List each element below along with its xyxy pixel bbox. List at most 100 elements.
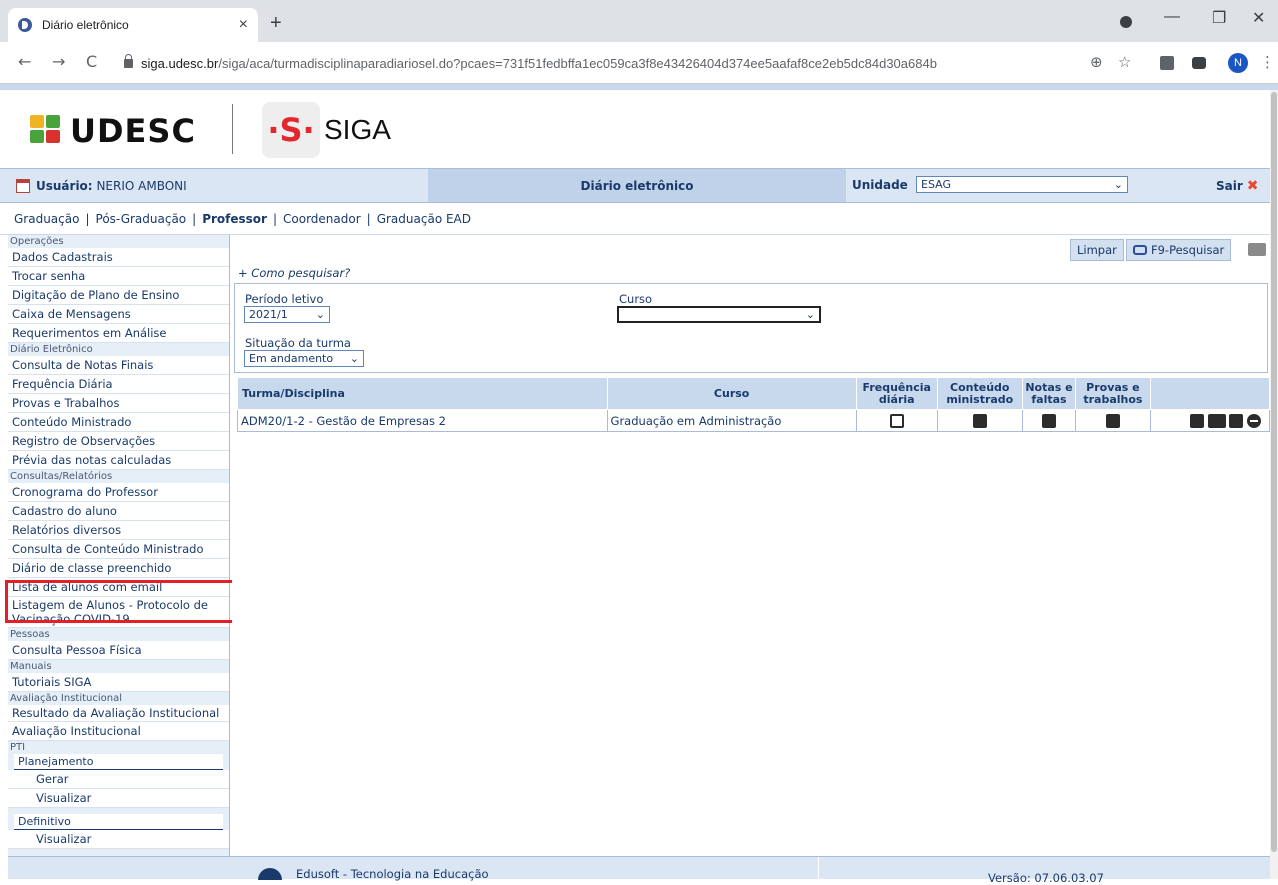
new-tab-button[interactable]: + bbox=[270, 12, 282, 35]
sidebar-section-pti: PTI bbox=[10, 742, 26, 753]
clear-button[interactable]: Limpar bbox=[1070, 239, 1124, 261]
sidebar-item-provas[interactable]: Provas e Trabalhos bbox=[8, 394, 229, 413]
extension-icon[interactable] bbox=[1120, 16, 1132, 28]
row-turma[interactable]: ADM20/1-2 - Gestão de Empresas 2 bbox=[237, 409, 608, 432]
table-header-row: Turma/Disciplina Curso Frequência diária… bbox=[237, 377, 1271, 410]
siga-mark-icon: ·S· bbox=[262, 102, 320, 158]
module-graduacao[interactable]: Graduação bbox=[14, 212, 79, 226]
curso-select[interactable]: ⌄ bbox=[617, 306, 821, 323]
provas-icon[interactable] bbox=[1105, 413, 1120, 428]
url-field[interactable]: siga.udesc.br/siga/aca/turmadisciplinapa… bbox=[124, 48, 1234, 78]
sidebar-item-trocar-senha[interactable]: Trocar senha bbox=[8, 267, 229, 286]
module-nav: Graduação | Pós-Graduação | Professor | Coorde… bbox=[0, 203, 1270, 235]
calendar-grid-icon[interactable] bbox=[1207, 413, 1226, 428]
address-bar: ← → C siga.udesc.br/siga/aca/turmadiscip… bbox=[0, 42, 1278, 84]
forward-button[interactable]: → bbox=[52, 52, 65, 71]
how-to-search-link[interactable]: + Como pesquisar? bbox=[238, 266, 350, 280]
restore-button[interactable]: ❐ bbox=[1212, 8, 1226, 28]
reload-button[interactable]: C bbox=[86, 52, 97, 71]
zoom-icon[interactable]: ⊕ bbox=[1090, 53, 1103, 71]
sidebar-item-avaliacao[interactable]: Avaliação Institucional bbox=[8, 722, 229, 741]
sidebar-section-diario: Diário Eletrônico bbox=[10, 344, 93, 355]
sidebar: Operações Dados Cadastrais Trocar senha … bbox=[8, 235, 230, 856]
sidebar-item-previa-notas[interactable]: Prévia das notas calculadas bbox=[8, 451, 229, 470]
sidebar-item-dados-cadastrais[interactable]: Dados Cadastrais bbox=[8, 248, 229, 267]
sidebar-item-gerar[interactable]: Gerar bbox=[8, 770, 229, 789]
binoculars-icon bbox=[1133, 245, 1147, 255]
module-professor[interactable]: Professor bbox=[202, 212, 267, 226]
module-graduacao-ead[interactable]: Graduação EAD bbox=[377, 212, 471, 226]
info-bar: Usuário: NERIO AMBONI Diário eletrônico … bbox=[0, 168, 1270, 203]
profile-avatar[interactable]: N bbox=[1228, 53, 1248, 73]
siga-logo-text: SIGA bbox=[324, 114, 391, 145]
chevron-down-icon: ⌄ bbox=[805, 308, 815, 321]
close-window-button[interactable]: ✕ bbox=[1252, 8, 1265, 28]
search-button[interactable]: F9-Pesquisar bbox=[1126, 239, 1232, 261]
actions-cell bbox=[1149, 409, 1271, 432]
extensions-icon[interactable] bbox=[1192, 57, 1206, 69]
sidebar-item-observacoes[interactable]: Registro de Observações bbox=[8, 432, 229, 451]
module-pos-graduacao[interactable]: Pós-Graduação bbox=[96, 212, 187, 226]
sidebar-item-resultado-avaliacao[interactable]: Resultado da Avaliação Institucional bbox=[8, 705, 229, 722]
periodo-label: Período letivo bbox=[245, 292, 324, 306]
sidebar-item-listagem-covid[interactable]: Listagem de Alunos - Protocolo de Vacina… bbox=[8, 597, 229, 628]
notas-icon[interactable] bbox=[1042, 413, 1056, 428]
search-button-label: F9-Pesquisar bbox=[1151, 243, 1225, 257]
col-notas: Notas e faltas bbox=[1021, 377, 1077, 410]
col-provas: Provas e trabalhos bbox=[1075, 377, 1151, 410]
conteudo-cell bbox=[936, 409, 1023, 432]
udesc-logo-text: UDESC bbox=[70, 112, 196, 150]
remove-icon[interactable] bbox=[1247, 413, 1261, 428]
module-coordenador[interactable]: Coordenador bbox=[283, 212, 361, 226]
minimize-button[interactable]: — bbox=[1164, 8, 1180, 26]
scrollbar-thumb[interactable] bbox=[1271, 92, 1277, 852]
sidebar-sub-planejamento: Planejamento bbox=[14, 754, 223, 770]
page-header: UDESC ·S· SIGA bbox=[0, 90, 1270, 168]
url-path: /siga/aca/turmadisciplinaparadiariosel.d… bbox=[218, 55, 937, 71]
sidebar-item-cadastro-aluno[interactable]: Cadastro do aluno bbox=[8, 502, 229, 521]
report-icon[interactable] bbox=[1190, 413, 1205, 428]
sidebar-item-lista-email[interactable]: Lista de alunos com email bbox=[8, 578, 229, 597]
logout-button[interactable]: Sair ✖ bbox=[1216, 178, 1259, 194]
sidebar-section-avaliacao: Avaliação Institucional bbox=[10, 693, 123, 704]
sidebar-item-notas-finais[interactable]: Consulta de Notas Finais bbox=[8, 356, 229, 375]
col-actions bbox=[1149, 377, 1271, 410]
periodo-select[interactable]: 2021/1 ⌄ bbox=[244, 306, 330, 323]
curso-label: Curso bbox=[619, 292, 653, 306]
bookmark-star-icon[interactable]: ☆ bbox=[1118, 53, 1131, 71]
sidebar-item-tutoriais[interactable]: Tutoriais SIGA bbox=[8, 673, 229, 692]
site-favicon-icon bbox=[18, 18, 32, 32]
sidebar-item-frequencia[interactable]: Frequência Diária bbox=[8, 375, 229, 394]
list-icon[interactable] bbox=[1229, 413, 1244, 428]
back-button[interactable]: ← bbox=[18, 52, 31, 71]
sidebar-item-visualizar-definitivo[interactable]: Visualizar bbox=[8, 830, 229, 849]
browser-tab[interactable]: Diário eletrônico × bbox=[8, 8, 258, 42]
sidebar-item-pessoa-fisica[interactable]: Consulta Pessoa Física bbox=[8, 641, 229, 660]
conteudo-icon[interactable] bbox=[972, 413, 987, 428]
sidebar-item-consulta-conteudo[interactable]: Consulta de Conteúdo Ministrado bbox=[8, 540, 229, 559]
close-tab-icon[interactable]: × bbox=[239, 16, 248, 34]
extension-puzzle-icon[interactable] bbox=[1160, 56, 1174, 70]
logo-divider bbox=[232, 104, 233, 154]
page-scrollbar[interactable] bbox=[1270, 90, 1278, 879]
sidebar-item-requerimentos[interactable]: Requerimentos em Análise bbox=[8, 324, 229, 343]
user-info: Usuário: NERIO AMBONI bbox=[16, 179, 187, 193]
situacao-select[interactable]: Em andamento ⌄ bbox=[244, 350, 364, 367]
chevron-down-icon: ⌄ bbox=[1113, 178, 1123, 191]
sidebar-item-relatorios[interactable]: Relatórios diversos bbox=[8, 521, 229, 540]
sidebar-item-diario-classe[interactable]: Diário de classe preenchido bbox=[8, 559, 229, 578]
sidebar-item-caixa-mensagens[interactable]: Caixa de Mensagens bbox=[8, 305, 229, 324]
print-icon[interactable] bbox=[1248, 243, 1266, 256]
col-frequencia: Frequência diária bbox=[855, 377, 938, 410]
sidebar-item-visualizar-planejamento[interactable]: Visualizar bbox=[8, 789, 229, 808]
frequencia-icon[interactable] bbox=[889, 413, 904, 428]
browser-menu-icon[interactable]: ⋮ bbox=[1260, 53, 1275, 71]
unit-select[interactable]: ESAG ⌄ bbox=[916, 176, 1128, 193]
sidebar-item-plano-ensino[interactable]: Digitação de Plano de Ensino bbox=[8, 286, 229, 305]
footer: Edusoft - Tecnologia na Educação Versão:… bbox=[8, 856, 1270, 885]
edusoft-logo-icon bbox=[258, 868, 282, 880]
col-conteudo: Conteúdo ministrado bbox=[936, 377, 1023, 410]
sidebar-item-cronograma[interactable]: Cronograma do Professor bbox=[8, 483, 229, 502]
tab-title: Diário eletrônico bbox=[42, 18, 129, 32]
sidebar-item-conteudo[interactable]: Conteúdo Ministrado bbox=[8, 413, 229, 432]
